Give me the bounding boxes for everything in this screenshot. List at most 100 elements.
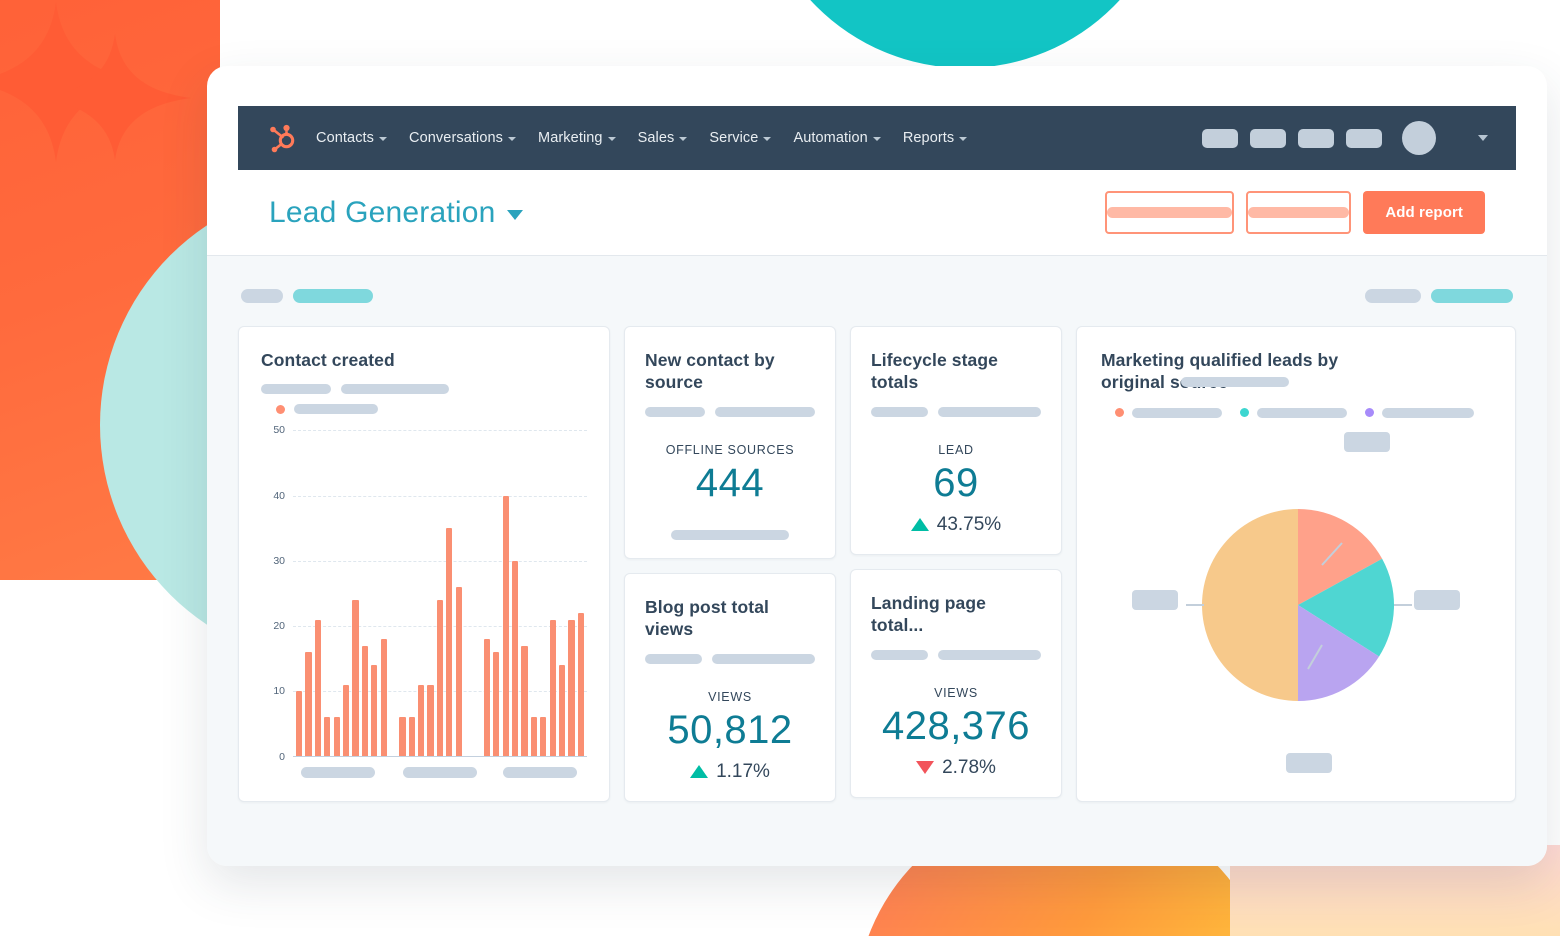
filter-placeholder-active[interactable]	[1431, 289, 1513, 303]
hubspot-sprocket-logo[interactable]	[264, 121, 298, 155]
placeholder-bar	[871, 650, 928, 660]
kpi-delta: 43.75%	[871, 514, 1041, 536]
sparkle-icon-small	[65, 32, 195, 162]
card-new-contact-by-source[interactable]: New contact by source OFFLINE SOURCES 44…	[624, 326, 836, 559]
legend-label-placeholder	[294, 404, 378, 414]
chevron-down-icon	[959, 137, 967, 141]
trend-up-icon	[690, 765, 708, 778]
legend-color-dot	[1240, 408, 1249, 417]
kpi-value: 69	[871, 461, 1041, 506]
kpi-body: VIEWS 428,376 2.78%	[871, 686, 1041, 779]
chevron-down-icon	[379, 137, 387, 141]
chart-bar	[305, 652, 311, 756]
chevron-down-icon[interactable]	[1478, 135, 1488, 141]
avatar[interactable]	[1402, 121, 1436, 155]
nav-item-contacts[interactable]: Contacts	[316, 130, 387, 146]
secondary-action-button-2[interactable]	[1246, 191, 1351, 234]
legend-color-dot	[276, 405, 285, 414]
kpi-delta-value: 1.17%	[716, 761, 770, 783]
nav-menu: Contacts Conversations Marketing Sales S…	[316, 130, 967, 146]
kpi-body: VIEWS 50,812 1.17%	[645, 690, 815, 783]
chart-bar	[521, 646, 527, 757]
chevron-down-icon	[679, 137, 687, 141]
card-title: Contact created	[261, 349, 589, 371]
legend-entry	[1240, 408, 1347, 418]
dashboard-body: Contact created 01020304050	[207, 256, 1547, 866]
kpi-metric-label: OFFLINE SOURCES	[645, 443, 815, 457]
x-label-placeholder	[503, 767, 577, 778]
page-header: Lead Generation Add report	[207, 170, 1547, 256]
app-window: Contacts Conversations Marketing Sales S…	[207, 66, 1547, 866]
kpi-delta: 1.17%	[645, 761, 815, 783]
bar-series	[293, 430, 587, 756]
placeholder-bar	[341, 384, 449, 394]
chart-bar	[418, 685, 424, 757]
chart-bar	[296, 691, 302, 756]
chart-bar	[343, 685, 349, 757]
card-subtitle-placeholders	[645, 654, 815, 664]
plot-area	[293, 430, 587, 756]
chart-bar	[334, 717, 340, 756]
chevron-down-icon	[508, 137, 516, 141]
trend-down-icon	[916, 761, 934, 774]
pie-slice[interactable]	[1202, 509, 1298, 701]
card-subtitle-placeholders	[871, 407, 1041, 417]
placeholder-bar	[645, 407, 705, 417]
nav-item-conversations[interactable]: Conversations	[409, 130, 516, 146]
legend-label-placeholder	[1257, 408, 1347, 418]
nav-utility-placeholder[interactable]	[1250, 129, 1286, 148]
card-mql-by-original-source[interactable]: Marketing qualified leads by original so…	[1076, 326, 1516, 802]
chart-bar	[578, 613, 584, 757]
page-title[interactable]: Lead Generation	[269, 196, 523, 230]
legend-entry	[1115, 408, 1222, 418]
placeholder-bar	[1181, 377, 1289, 387]
kpi-column-left: New contact by source OFFLINE SOURCES 44…	[624, 326, 836, 802]
placeholder-bar	[261, 384, 331, 394]
nav-item-marketing[interactable]: Marketing	[538, 130, 616, 146]
trend-up-icon	[911, 518, 929, 531]
nav-item-sales[interactable]: Sales	[638, 130, 688, 146]
x-axis-line	[293, 756, 587, 757]
chart-bar	[399, 717, 405, 756]
card-lifecycle-stage-totals[interactable]: Lifecycle stage totals LEAD 69 43.75%	[850, 326, 1062, 555]
nav-utility-placeholder[interactable]	[1346, 129, 1382, 148]
legend-label-placeholder	[1382, 408, 1474, 418]
chart-bar	[352, 600, 358, 757]
nav-item-label: Conversations	[409, 130, 503, 146]
nav-item-label: Service	[709, 130, 758, 146]
kpi-metric-label: VIEWS	[645, 690, 815, 704]
dashboard-toolbar	[241, 288, 1513, 304]
nav-item-automation[interactable]: Automation	[793, 130, 880, 146]
card-blog-post-total-views[interactable]: Blog post total views VIEWS 50,812 1.17%	[624, 573, 836, 802]
chart-bar	[540, 717, 546, 756]
chart-bar	[484, 639, 490, 756]
chart-bar	[437, 600, 443, 757]
legend-color-dot	[1365, 408, 1374, 417]
card-title: Landing page total...	[871, 592, 1041, 637]
card-landing-page-total[interactable]: Landing page total... VIEWS 428,376 2.78…	[850, 569, 1062, 798]
add-report-button[interactable]: Add report	[1363, 191, 1485, 234]
x-label-placeholder	[403, 767, 477, 778]
filter-placeholder[interactable]	[241, 289, 283, 303]
nav-item-reports[interactable]: Reports	[903, 130, 967, 146]
chart-bar	[550, 620, 556, 757]
filter-placeholder[interactable]	[1365, 289, 1421, 303]
bar-chart: 01020304050	[261, 430, 589, 784]
card-subtitle-placeholders	[261, 384, 589, 394]
nav-utility-placeholder[interactable]	[1298, 129, 1334, 148]
kpi-delta-value: 43.75%	[937, 514, 1001, 536]
nav-utility-placeholder[interactable]	[1202, 129, 1238, 148]
placeholder-bar	[715, 407, 815, 417]
filter-placeholder-active[interactable]	[293, 289, 373, 303]
nav-item-service[interactable]: Service	[709, 130, 771, 146]
y-axis-tick-label: 20	[273, 620, 285, 632]
nav-item-label: Reports	[903, 130, 954, 146]
secondary-action-button-1[interactable]	[1105, 191, 1234, 234]
card-title: Blog post total views	[645, 596, 815, 641]
card-contact-created[interactable]: Contact created 01020304050	[238, 326, 610, 802]
legend-entry	[1365, 408, 1474, 418]
nav-item-label: Contacts	[316, 130, 374, 146]
placeholder-bar	[938, 407, 1041, 417]
page-title-text: Lead Generation	[269, 196, 496, 230]
caret-down-icon[interactable]	[507, 210, 523, 220]
